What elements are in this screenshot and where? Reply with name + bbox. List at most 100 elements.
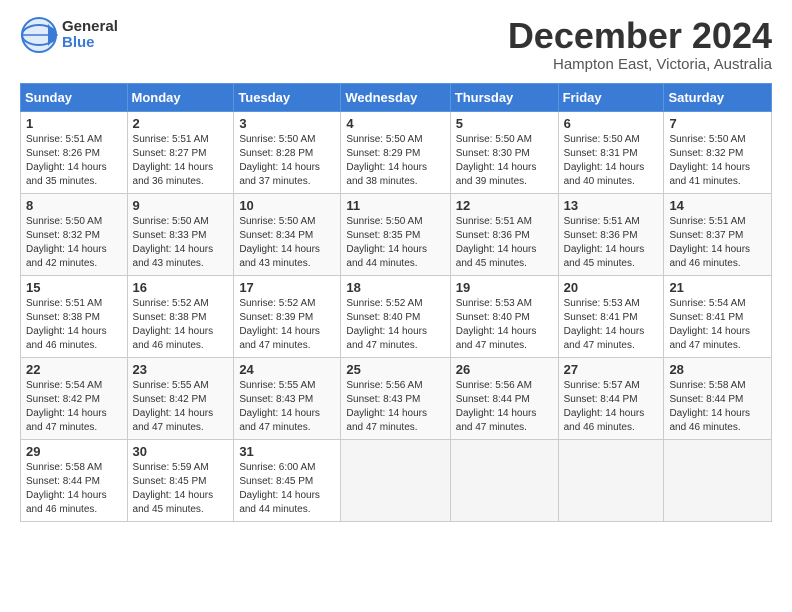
- day-number: 7: [669, 116, 766, 131]
- day-number: 31: [239, 444, 335, 459]
- table-row: 14 Sunrise: 5:51 AMSunset: 8:37 PMDayligh…: [664, 193, 772, 275]
- day-info: Sunrise: 5:54 AMSunset: 8:42 PMDaylight:…: [26, 379, 122, 435]
- day-info: Sunrise: 5:55 AMSunset: 8:43 PMDaylight:…: [239, 379, 335, 435]
- day-info: Sunrise: 5:56 AMSunset: 8:43 PMDaylight:…: [346, 379, 444, 435]
- table-row: 8 Sunrise: 5:50 AMSunset: 8:32 PMDaylight…: [21, 193, 128, 275]
- page-header: General Blue December 2024 Hampton East,…: [20, 16, 772, 73]
- day-number: 29: [26, 444, 122, 459]
- day-number: 17: [239, 280, 335, 295]
- logo-blue: Blue: [62, 34, 95, 51]
- day-info: Sunrise: 5:50 AMSunset: 8:29 PMDaylight:…: [346, 133, 444, 189]
- day-number: 10: [239, 198, 335, 213]
- table-row: 15 Sunrise: 5:51 AMSunset: 8:38 PMDayligh…: [21, 275, 128, 357]
- title-area: December 2024 Hampton East, Victoria, Au…: [508, 16, 772, 73]
- calendar-week-row: 1 Sunrise: 5:51 AMSunset: 8:26 PMDaylight…: [21, 111, 772, 193]
- table-row: [664, 439, 772, 521]
- col-thursday: Thursday: [450, 83, 558, 111]
- table-row: 22Sunrise: 5:54 AMSunset: 8:42 PMDayligh…: [21, 357, 128, 439]
- table-row: 25 Sunrise: 5:56 AMSunset: 8:43 PMDayligh…: [341, 357, 450, 439]
- day-number: 20: [564, 280, 659, 295]
- day-number: 4: [346, 116, 444, 131]
- col-tuesday: Tuesday: [234, 83, 341, 111]
- day-info: Sunrise: 5:50 AMSunset: 8:32 PMDaylight:…: [26, 215, 122, 271]
- day-number: 30: [133, 444, 229, 459]
- table-row: 9Sunrise: 5:50 AMSunset: 8:33 PMDaylight…: [127, 193, 234, 275]
- col-wednesday: Wednesday: [341, 83, 450, 111]
- calendar-week-row: 29 Sunrise: 5:58 AMSunset: 8:44 PMDayligh…: [21, 439, 772, 521]
- table-row: 5Sunrise: 5:50 AMSunset: 8:30 PMDaylight…: [450, 111, 558, 193]
- calendar-page: General Blue December 2024 Hampton East,…: [0, 0, 792, 612]
- table-row: 29 Sunrise: 5:58 AMSunset: 8:44 PMDayligh…: [21, 439, 128, 521]
- table-row: 1 Sunrise: 5:51 AMSunset: 8:26 PMDaylight…: [21, 111, 128, 193]
- day-info: Sunrise: 5:51 AMSunset: 8:36 PMDaylight:…: [456, 215, 553, 271]
- day-number: 18: [346, 280, 444, 295]
- location: Hampton East, Victoria, Australia: [508, 56, 772, 73]
- table-row: 11 Sunrise: 5:50 AMSunset: 8:35 PMDayligh…: [341, 193, 450, 275]
- day-number: 2: [133, 116, 229, 131]
- logo-text: General Blue: [62, 19, 118, 52]
- day-number: 5: [456, 116, 553, 131]
- month-title: December 2024: [508, 16, 772, 56]
- day-number: 15: [26, 280, 122, 295]
- col-sunday: Sunday: [21, 83, 128, 111]
- calendar-week-row: 22Sunrise: 5:54 AMSunset: 8:42 PMDayligh…: [21, 357, 772, 439]
- table-row: 30Sunrise: 5:59 AMSunset: 8:45 PMDayligh…: [127, 439, 234, 521]
- day-number: 28: [669, 362, 766, 377]
- logo-icon: [20, 16, 58, 54]
- table-row: 20 Sunrise: 5:53 AMSunset: 8:41 PMDayligh…: [558, 275, 664, 357]
- col-friday: Friday: [558, 83, 664, 111]
- day-info: Sunrise: 5:51 AMSunset: 8:38 PMDaylight:…: [26, 297, 122, 353]
- table-row: 7Sunrise: 5:50 AMSunset: 8:32 PMDaylight…: [664, 111, 772, 193]
- day-number: 14: [669, 198, 766, 213]
- col-saturday: Saturday: [664, 83, 772, 111]
- col-monday: Monday: [127, 83, 234, 111]
- day-info: Sunrise: 5:52 AMSunset: 8:39 PMDaylight:…: [239, 297, 335, 353]
- table-row: 21 Sunrise: 5:54 AMSunset: 8:41 PMDayligh…: [664, 275, 772, 357]
- day-info: Sunrise: 5:54 AMSunset: 8:41 PMDaylight:…: [669, 297, 766, 353]
- table-row: 24 Sunrise: 5:55 AMSunset: 8:43 PMDayligh…: [234, 357, 341, 439]
- day-number: 11: [346, 198, 444, 213]
- table-row: 6 Sunrise: 5:50 AMSunset: 8:31 PMDaylight…: [558, 111, 664, 193]
- day-info: Sunrise: 5:51 AMSunset: 8:36 PMDaylight:…: [564, 215, 659, 271]
- table-row: 10Sunrise: 5:50 AMSunset: 8:34 PMDayligh…: [234, 193, 341, 275]
- day-number: 12: [456, 198, 553, 213]
- table-row: 3 Sunrise: 5:50 AMSunset: 8:28 PMDaylight…: [234, 111, 341, 193]
- table-row: 26Sunrise: 5:56 AMSunset: 8:44 PMDayligh…: [450, 357, 558, 439]
- calendar-week-row: 8 Sunrise: 5:50 AMSunset: 8:32 PMDaylight…: [21, 193, 772, 275]
- table-row: 13 Sunrise: 5:51 AMSunset: 8:36 PMDayligh…: [558, 193, 664, 275]
- day-number: 8: [26, 198, 122, 213]
- day-info: Sunrise: 5:51 AMSunset: 8:37 PMDaylight:…: [669, 215, 766, 271]
- table-row: 17 Sunrise: 5:52 AMSunset: 8:39 PMDayligh…: [234, 275, 341, 357]
- day-number: 19: [456, 280, 553, 295]
- table-row: [558, 439, 664, 521]
- day-number: 23: [133, 362, 229, 377]
- table-row: 27 Sunrise: 5:57 AMSunset: 8:44 PMDayligh…: [558, 357, 664, 439]
- day-info: Sunrise: 5:51 AMSunset: 8:26 PMDaylight:…: [26, 133, 122, 189]
- day-number: 24: [239, 362, 335, 377]
- logo: General Blue: [20, 16, 118, 54]
- day-info: Sunrise: 5:52 AMSunset: 8:40 PMDaylight:…: [346, 297, 444, 353]
- calendar-header-row: Sunday Monday Tuesday Wednesday Thursday…: [21, 83, 772, 111]
- table-row: 19Sunrise: 5:53 AMSunset: 8:40 PMDayligh…: [450, 275, 558, 357]
- day-number: 3: [239, 116, 335, 131]
- day-info: Sunrise: 5:50 AMSunset: 8:35 PMDaylight:…: [346, 215, 444, 271]
- day-number: 25: [346, 362, 444, 377]
- table-row: [341, 439, 450, 521]
- day-number: 1: [26, 116, 122, 131]
- day-info: Sunrise: 5:57 AMSunset: 8:44 PMDaylight:…: [564, 379, 659, 435]
- day-info: Sunrise: 5:58 AMSunset: 8:44 PMDaylight:…: [669, 379, 766, 435]
- day-info: Sunrise: 5:56 AMSunset: 8:44 PMDaylight:…: [456, 379, 553, 435]
- day-info: Sunrise: 5:58 AMSunset: 8:44 PMDaylight:…: [26, 461, 122, 517]
- logo-general: General: [62, 18, 118, 35]
- table-row: [450, 439, 558, 521]
- day-number: 6: [564, 116, 659, 131]
- day-number: 21: [669, 280, 766, 295]
- day-info: Sunrise: 5:50 AMSunset: 8:31 PMDaylight:…: [564, 133, 659, 189]
- day-number: 27: [564, 362, 659, 377]
- table-row: 23Sunrise: 5:55 AMSunset: 8:42 PMDayligh…: [127, 357, 234, 439]
- day-info: Sunrise: 5:51 AMSunset: 8:27 PMDaylight:…: [133, 133, 229, 189]
- day-number: 13: [564, 198, 659, 213]
- day-info: Sunrise: 5:53 AMSunset: 8:41 PMDaylight:…: [564, 297, 659, 353]
- day-info: Sunrise: 5:50 AMSunset: 8:28 PMDaylight:…: [239, 133, 335, 189]
- calendar-table: Sunday Monday Tuesday Wednesday Thursday…: [20, 83, 772, 522]
